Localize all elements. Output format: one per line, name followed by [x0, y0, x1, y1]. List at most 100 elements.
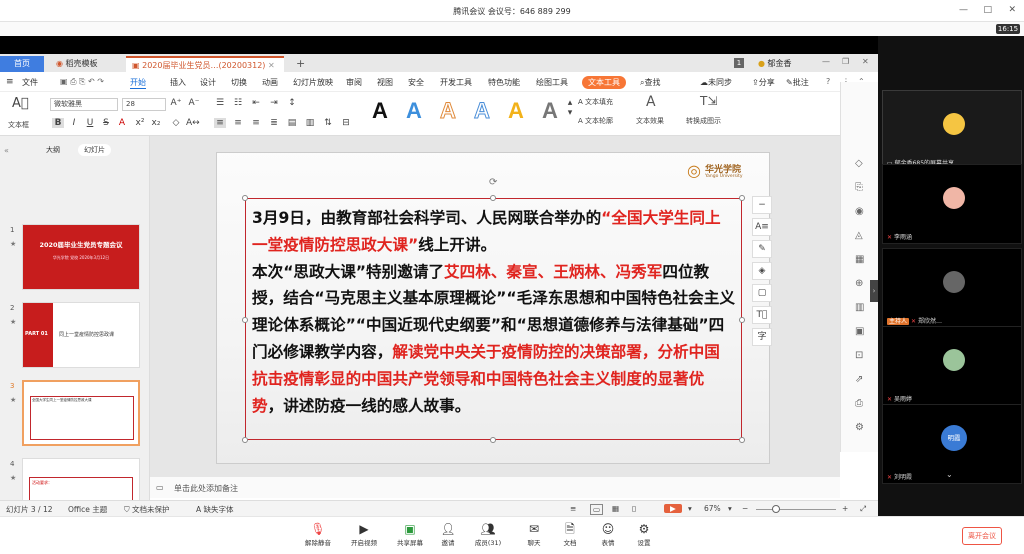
menu-file[interactable]: 文件 — [22, 77, 38, 88]
align-center-icon[interactable]: ≡ — [232, 118, 244, 128]
fit-window-icon[interactable]: ⤢ — [860, 504, 866, 514]
shape-icon[interactable]: ◬ — [855, 230, 863, 241]
zoom-out-icon[interactable]: − — [752, 196, 772, 214]
participant-tile[interactable]: ✕ 吴雨婷 — [882, 326, 1022, 406]
invite-button[interactable]: 👤︎ 邀请 — [428, 521, 468, 547]
menu-features[interactable]: 特色功能 — [488, 77, 520, 88]
menu-transition[interactable]: 切换 — [231, 77, 247, 88]
settings-icon[interactable]: ⚙ — [855, 422, 864, 433]
collapse-pane-icon[interactable]: « — [4, 146, 9, 155]
tab-document[interactable]: ▣ 2020届毕业生党员…(20200312) ✕ — [126, 56, 284, 72]
notes-toggle-icon[interactable]: ≡ — [570, 504, 576, 513]
rotate-handle-icon[interactable]: ⟳ — [489, 177, 497, 188]
notes-placeholder[interactable]: 单击此处添加备注 — [174, 483, 238, 494]
align-left-icon[interactable]: ≡ — [214, 118, 226, 128]
char-icon[interactable]: 字 — [752, 328, 772, 346]
char-spacing-icon[interactable]: A↔ — [186, 118, 200, 128]
participant-tile[interactable]: ✕ 李雨涵 — [882, 164, 1022, 244]
text-style-gold[interactable]: A — [508, 98, 524, 124]
clear-format-icon[interactable]: ◇ — [170, 118, 182, 128]
text-effect-label[interactable]: 文本效果 — [636, 116, 664, 126]
strikethrough-icon[interactable]: S — [100, 118, 112, 128]
docs-button[interactable]: 🗎 文档 — [550, 521, 590, 547]
text-format-icon[interactable]: A≡ — [752, 218, 772, 236]
normal-view-icon[interactable]: ▭ — [590, 504, 604, 515]
notes-area[interactable]: ▭ 单击此处添加备注 — [150, 476, 840, 498]
wps-close-icon[interactable]: ✕ — [862, 57, 869, 66]
close-icon[interactable]: ✕ — [1008, 5, 1016, 15]
resize-handle[interactable] — [739, 317, 745, 323]
slideshow-dropdown-icon[interactable]: ▾ — [688, 504, 692, 513]
chart-icon[interactable]: ▥ — [855, 302, 864, 313]
distribute-icon[interactable]: ▤ — [286, 118, 298, 128]
share-button[interactable]: ⇪分享 — [752, 77, 775, 88]
comment-button[interactable]: ✎批注 — [786, 77, 809, 88]
indent-decrease-icon[interactable]: ⇤ — [250, 98, 262, 108]
styles-down-icon[interactable]: ▾ — [564, 108, 576, 118]
table-icon[interactable]: ▦ — [855, 254, 864, 265]
text-wrap-icon[interactable]: T⃞ — [752, 306, 772, 324]
menu-start[interactable]: 开始 — [130, 77, 146, 89]
text-box[interactable]: 3月9日，由教育部社会科学司、人民网联合举办的“全国大学生同上一堂疫情防控思政大… — [245, 198, 742, 440]
leave-meeting-button[interactable]: 离开会议 — [962, 527, 1002, 545]
menu-review[interactable]: 审阅 — [346, 77, 362, 88]
slide-body-text[interactable]: 3月9日，由教育部社会科学司、人民网联合举办的“全国大学生同上一堂疫情防控思政大… — [252, 205, 735, 419]
emoji-button[interactable]: ☺ 表情 — [588, 521, 628, 547]
participant-tile[interactable]: ▭ 郁金香685的屏幕共享 — [882, 90, 1022, 170]
tab-daoke-templates[interactable]: ◉ 稻壳模板 — [50, 56, 122, 72]
menu-insert[interactable]: 插入 — [170, 77, 186, 88]
zoom-slider[interactable] — [756, 509, 836, 510]
quick-access-icons[interactable]: ▣ ⎙ ⎘ ↶ ↷ — [60, 77, 104, 87]
menu-security[interactable]: 安全 — [408, 77, 424, 88]
menu-text-tools[interactable]: 文本工具 — [582, 76, 626, 89]
pen-icon[interactable]: ✎ — [752, 240, 772, 258]
slide-thumb-2[interactable]: PART 01 同上一堂疫情防控思政课 — [22, 302, 140, 368]
tab-slides[interactable]: 幻灯片 — [78, 144, 111, 156]
font-color-icon[interactable]: A — [116, 118, 128, 128]
zoom-level[interactable]: 67% — [704, 504, 721, 513]
globe-icon[interactable]: ⊕ — [855, 278, 863, 289]
start-video-button[interactable]: ▶︎ 开启视频 — [344, 521, 384, 547]
fill-icon[interactable]: ◈ — [752, 262, 772, 280]
menu-view[interactable]: 视图 — [377, 77, 393, 88]
slide-thumb-3-selected[interactable]: 全国大学生同上一堂疫情防控思政大课 — [22, 380, 140, 446]
reading-view-icon[interactable]: ▯ — [632, 504, 636, 513]
text-style-gray[interactable]: A — [542, 98, 558, 124]
font-shrink-icon[interactable]: A⁻ — [188, 98, 200, 108]
doc-protect-status[interactable]: ⛉ 文档未保护 — [124, 504, 170, 515]
link-icon[interactable]: ⇗ — [855, 374, 863, 385]
textbox-icon[interactable]: A⃞ — [12, 96, 29, 111]
resize-handle[interactable] — [242, 437, 248, 443]
wps-restore-icon[interactable]: ❐ — [842, 57, 849, 66]
menu-slideshow[interactable]: 幻灯片放映 — [293, 77, 333, 88]
resize-handle[interactable] — [739, 437, 745, 443]
wps-minimize-icon[interactable]: — — [822, 57, 830, 66]
panel-toggle-icon[interactable]: › — [870, 280, 878, 302]
text-effect-icon[interactable]: A — [646, 94, 656, 110]
slide-thumb-1[interactable]: 2020届毕业生党员专题会议 华光学院 党校 2020年3月12日 — [22, 224, 140, 290]
zoom-slider-thumb[interactable] — [772, 505, 780, 513]
help-icon[interactable]: ? — [826, 77, 830, 86]
missing-font-status[interactable]: A 缺失字体 — [196, 504, 234, 515]
slide[interactable]: ◎ 华光学院 Yango University ⟳ 3月9日，由教育部社会科学司… — [216, 152, 770, 464]
italic-icon[interactable]: I — [68, 118, 80, 128]
resize-handle[interactable] — [490, 437, 496, 443]
font-grow-icon[interactable]: A⁺ — [170, 98, 182, 108]
media-icon[interactable]: ⊡ — [855, 350, 863, 361]
numbering-icon[interactable]: ☷ — [232, 98, 244, 108]
line-spacing-icon[interactable]: ↕ — [286, 98, 298, 108]
text-style-black[interactable]: A — [372, 98, 388, 124]
superscript-icon[interactable]: x² — [134, 118, 146, 128]
resize-handle[interactable] — [242, 317, 248, 323]
tab-home[interactable]: 首页 — [0, 56, 44, 72]
textbox-label[interactable]: 文本框 — [8, 120, 29, 130]
more-participants-icon[interactable]: ⌄ — [946, 470, 953, 479]
image-icon[interactable]: ▣ — [855, 326, 864, 337]
columns-icon[interactable]: ▥ — [304, 118, 316, 128]
settings-button[interactable]: ⚙ 设置 — [624, 521, 664, 547]
pdf-icon[interactable]: ⎙ — [855, 398, 863, 409]
search-button[interactable]: ⌕查找 — [640, 77, 660, 88]
location-icon[interactable]: ◉ — [855, 206, 864, 217]
share-screen-button[interactable]: ▣ 共享屏幕 — [390, 521, 430, 547]
justify-icon[interactable]: ≣ — [268, 118, 280, 128]
